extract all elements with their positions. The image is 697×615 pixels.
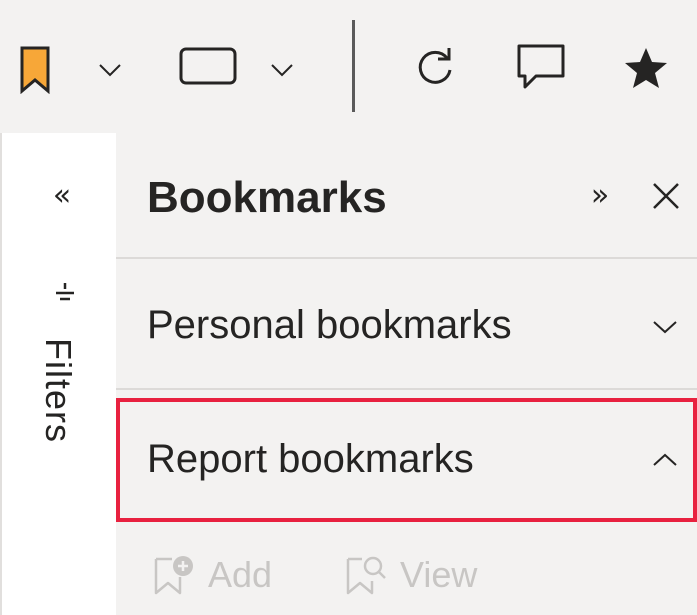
close-pane-button[interactable]	[650, 180, 682, 217]
comment-icon	[517, 44, 565, 89]
personal-bookmarks-label: Personal bookmarks	[147, 303, 512, 347]
divider	[116, 388, 697, 390]
rectangle-view-icon	[179, 47, 237, 85]
view-label: View	[400, 554, 478, 595]
bookmark-view-icon	[346, 556, 386, 595]
chevron-down-icon	[99, 64, 121, 77]
refresh-button[interactable]	[412, 44, 458, 90]
filter-icon	[54, 281, 76, 310]
bookmark-button[interactable]	[18, 45, 52, 95]
bookmark-add-icon	[154, 556, 193, 595]
bookmark-dropdown-button[interactable]	[96, 56, 124, 84]
refresh-icon	[418, 48, 452, 84]
view-dropdown-button[interactable]	[268, 56, 296, 84]
view-bookmarks-button[interactable]: View	[344, 553, 477, 597]
personal-bookmarks-section[interactable]: Personal bookmarks	[116, 259, 697, 388]
expand-filters-button[interactable]: «	[42, 176, 82, 216]
report-toolbar	[0, 0, 697, 133]
chevron-down-icon	[271, 64, 293, 77]
add-label: Add	[208, 554, 273, 595]
report-bookmarks-section[interactable]: Report bookmarks	[116, 398, 697, 522]
star-icon	[625, 48, 667, 88]
report-bookmarks-label: Report bookmarks	[147, 437, 474, 481]
bookmark-icon	[20, 46, 50, 94]
filters-label: Filters	[38, 338, 79, 443]
filters-pane-label[interactable]: Filters	[38, 338, 79, 488]
chevron-down-icon	[652, 319, 678, 340]
view-button[interactable]	[178, 44, 238, 88]
collapse-pane-button[interactable]: »	[580, 176, 620, 216]
close-icon	[653, 183, 679, 209]
chevron-up-icon	[652, 452, 678, 473]
comment-button[interactable]	[515, 42, 567, 92]
pane-title: Bookmarks	[147, 173, 387, 222]
favorite-button[interactable]	[622, 44, 670, 92]
toolbar-separator	[352, 20, 355, 112]
add-bookmark-button[interactable]: Add	[152, 553, 272, 597]
